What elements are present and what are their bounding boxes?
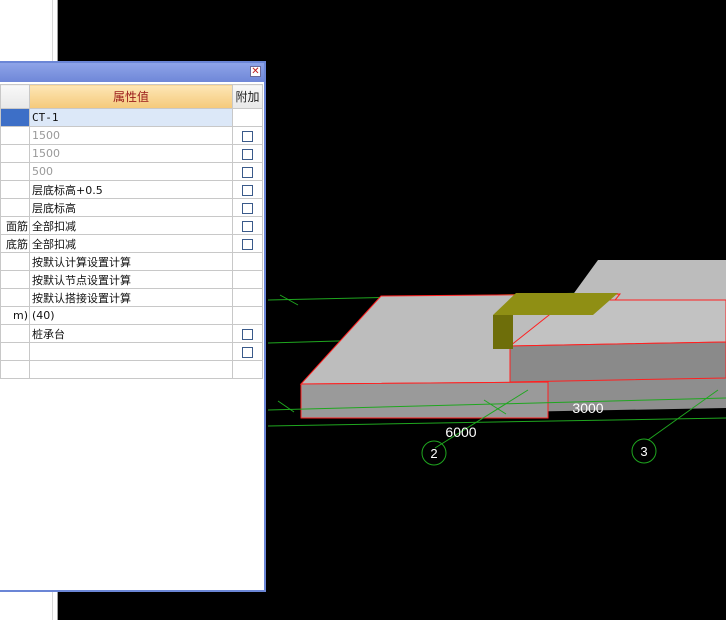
property-name[interactable]: [0, 342, 30, 361]
property-name[interactable]: [0, 324, 30, 343]
table-row[interactable]: 按默认搭接设置计算: [0, 288, 263, 307]
header-name[interactable]: [0, 84, 30, 109]
axis-label-3: 3: [640, 444, 647, 459]
column-front: [493, 315, 513, 349]
property-value[interactable]: CT-1: [29, 108, 233, 127]
property-value[interactable]: 桩承台: [29, 324, 233, 343]
table-row[interactable]: CT-1: [0, 108, 263, 127]
property-add-cell: [232, 306, 263, 325]
table-row[interactable]: m) (40): [0, 306, 263, 325]
property-value[interactable]: 500: [29, 162, 233, 181]
add-checkbox[interactable]: [242, 220, 253, 232]
property-add-cell: [232, 108, 263, 127]
property-add-cell: [232, 180, 263, 199]
table-row[interactable]: 500: [0, 162, 263, 181]
property-name[interactable]: [0, 288, 30, 307]
property-value[interactable]: 按默认节点设置计算: [29, 270, 233, 289]
property-name[interactable]: [0, 144, 30, 163]
property-name[interactable]: 面筋: [0, 216, 30, 235]
property-name[interactable]: [0, 108, 30, 127]
property-value[interactable]: 层底标高+0.5: [29, 180, 233, 199]
dimension-3000: 3000: [572, 400, 603, 416]
add-checkbox[interactable]: [242, 346, 253, 358]
add-checkbox[interactable]: [242, 148, 253, 160]
property-name[interactable]: 底筋: [0, 234, 30, 253]
grid-line: [267, 417, 726, 427]
slab-step-front: [509, 341, 726, 383]
table-row[interactable]: 按默认计算设置计算: [0, 252, 263, 271]
close-icon[interactable]: ✕: [250, 66, 261, 77]
add-checkbox[interactable]: [242, 202, 253, 214]
property-add-cell: [232, 198, 263, 217]
properties-panel: ✕ 属性值 附加 CT-1 1500 1500 500 层底标高+0.5 层底标高 面筋 全部…: [0, 61, 266, 592]
table-row[interactable]: 层底标高: [0, 198, 263, 217]
property-name[interactable]: [0, 180, 30, 199]
axis-label-2: 2: [430, 446, 437, 461]
table-row[interactable]: 层底标高+0.5: [0, 180, 263, 199]
add-checkbox[interactable]: [242, 184, 253, 196]
table-row[interactable]: 按默认节点设置计算: [0, 270, 263, 289]
table-header-row: 属性值 附加: [0, 84, 263, 109]
property-value[interactable]: 1500: [29, 126, 233, 145]
property-value[interactable]: (40): [29, 306, 233, 325]
property-name[interactable]: [0, 162, 30, 181]
dimension-6000: 6000: [445, 424, 476, 440]
properties-table-body: CT-1 1500 1500 500 层底标高+0.5 层底标高 面筋 全部扣减 底筋 全部扣减按…: [0, 108, 263, 379]
property-add-cell: [232, 216, 263, 235]
property-name[interactable]: [0, 270, 30, 289]
slab-main-front: [300, 381, 549, 419]
property-value[interactable]: 按默认搭接设置计算: [29, 288, 233, 307]
property-name[interactable]: [0, 252, 30, 271]
property-add-cell: [232, 162, 263, 181]
property-add-cell: [232, 342, 263, 361]
property-name[interactable]: m): [0, 306, 30, 325]
header-value[interactable]: 属性值: [29, 84, 233, 109]
property-add-cell: [232, 144, 263, 163]
panel-titlebar[interactable]: ✕: [0, 63, 264, 82]
add-checkbox[interactable]: [242, 328, 253, 340]
property-add-cell: [232, 234, 263, 253]
header-add[interactable]: 附加: [232, 84, 263, 109]
property-value[interactable]: [29, 342, 233, 361]
properties-table: 属性值 附加 CT-1 1500 1500 500 层底标高+0.5 层底标高 面筋 全部扣减…: [0, 84, 263, 379]
property-add-cell: [232, 288, 263, 307]
property-add-cell: [232, 324, 263, 343]
property-name[interactable]: [0, 360, 30, 379]
add-checkbox[interactable]: [242, 166, 253, 178]
property-add-cell: [232, 360, 263, 379]
table-row[interactable]: 面筋 全部扣减: [0, 216, 263, 235]
table-row[interactable]: 1500: [0, 126, 263, 145]
add-checkbox[interactable]: [242, 238, 253, 250]
table-row[interactable]: 桩承台: [0, 324, 263, 343]
grid-tick: [277, 400, 295, 413]
property-add-cell: [232, 270, 263, 289]
property-name[interactable]: [0, 198, 30, 217]
property-value[interactable]: 全部扣减: [29, 234, 233, 253]
table-row[interactable]: 底筋 全部扣减: [0, 234, 263, 253]
property-value[interactable]: 层底标高: [29, 198, 233, 217]
property-value[interactable]: 全部扣减: [29, 216, 233, 235]
property-value[interactable]: 按默认计算设置计算: [29, 252, 233, 271]
table-row[interactable]: [0, 342, 263, 361]
property-add-cell: [232, 126, 263, 145]
property-name[interactable]: [0, 126, 30, 145]
property-add-cell: [232, 252, 263, 271]
add-checkbox[interactable]: [242, 130, 253, 142]
property-value[interactable]: [29, 360, 233, 379]
table-row[interactable]: 1500: [0, 144, 263, 163]
table-row[interactable]: [0, 360, 263, 379]
property-value[interactable]: 1500: [29, 144, 233, 163]
